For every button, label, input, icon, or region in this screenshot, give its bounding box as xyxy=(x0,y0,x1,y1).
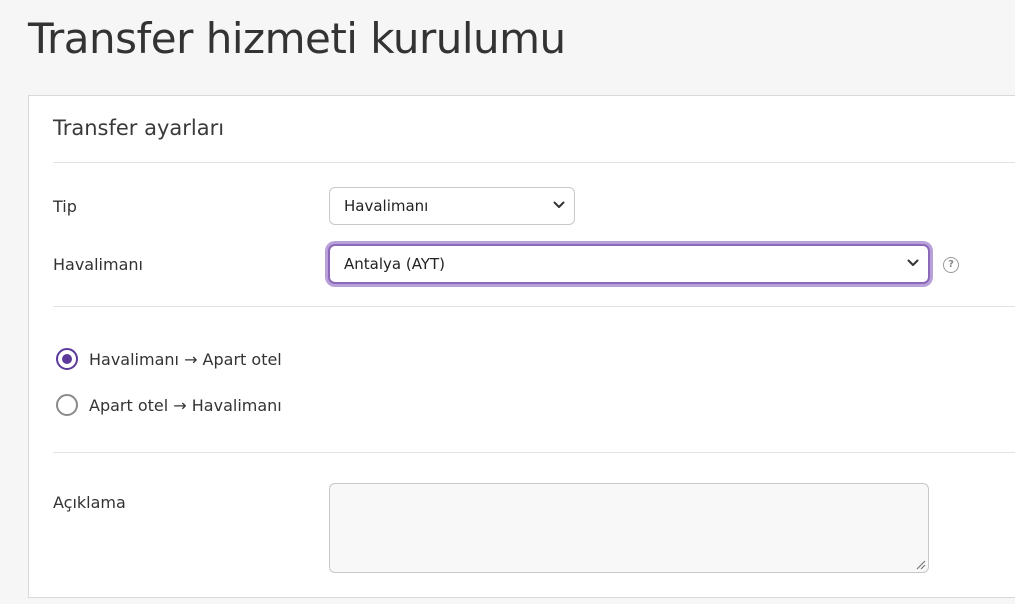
panel-heading: Transfer ayarları xyxy=(53,116,225,140)
chevron-down-icon xyxy=(553,201,565,208)
type-label: Tip xyxy=(53,197,77,216)
question-circle-icon[interactable]: ? xyxy=(943,257,959,273)
type-select[interactable]: Havalimanı xyxy=(329,187,575,225)
description-textarea[interactable] xyxy=(329,483,929,573)
chevron-down-icon xyxy=(907,259,919,266)
resize-grip-icon[interactable] xyxy=(914,558,926,570)
direction-option-airport-to-hotel[interactable]: Havalimanı → Apart otel xyxy=(56,348,282,370)
airport-select[interactable]: Antalya (AYT) xyxy=(328,244,930,284)
radio-button-checked[interactable] xyxy=(56,348,78,370)
airport-select-value: Antalya (AYT) xyxy=(344,255,445,273)
radio-label: Apart otel → Havalimanı xyxy=(89,395,282,415)
radio-label: Havalimanı → Apart otel xyxy=(89,349,282,369)
page-title: Transfer hizmeti kurulumu xyxy=(28,14,566,63)
direction-option-hotel-to-airport[interactable]: Apart otel → Havalimanı xyxy=(56,394,282,416)
description-label: Açıklama xyxy=(53,493,126,512)
transfer-settings-panel: Transfer ayarları Tip Havalimanı Havalim… xyxy=(28,95,1015,598)
radio-button[interactable] xyxy=(56,394,78,416)
section-divider xyxy=(53,306,1015,307)
type-select-value: Havalimanı xyxy=(344,197,429,215)
section-divider xyxy=(53,452,1015,453)
airport-label: Havalimanı xyxy=(53,255,143,274)
heading-divider xyxy=(53,162,1015,163)
